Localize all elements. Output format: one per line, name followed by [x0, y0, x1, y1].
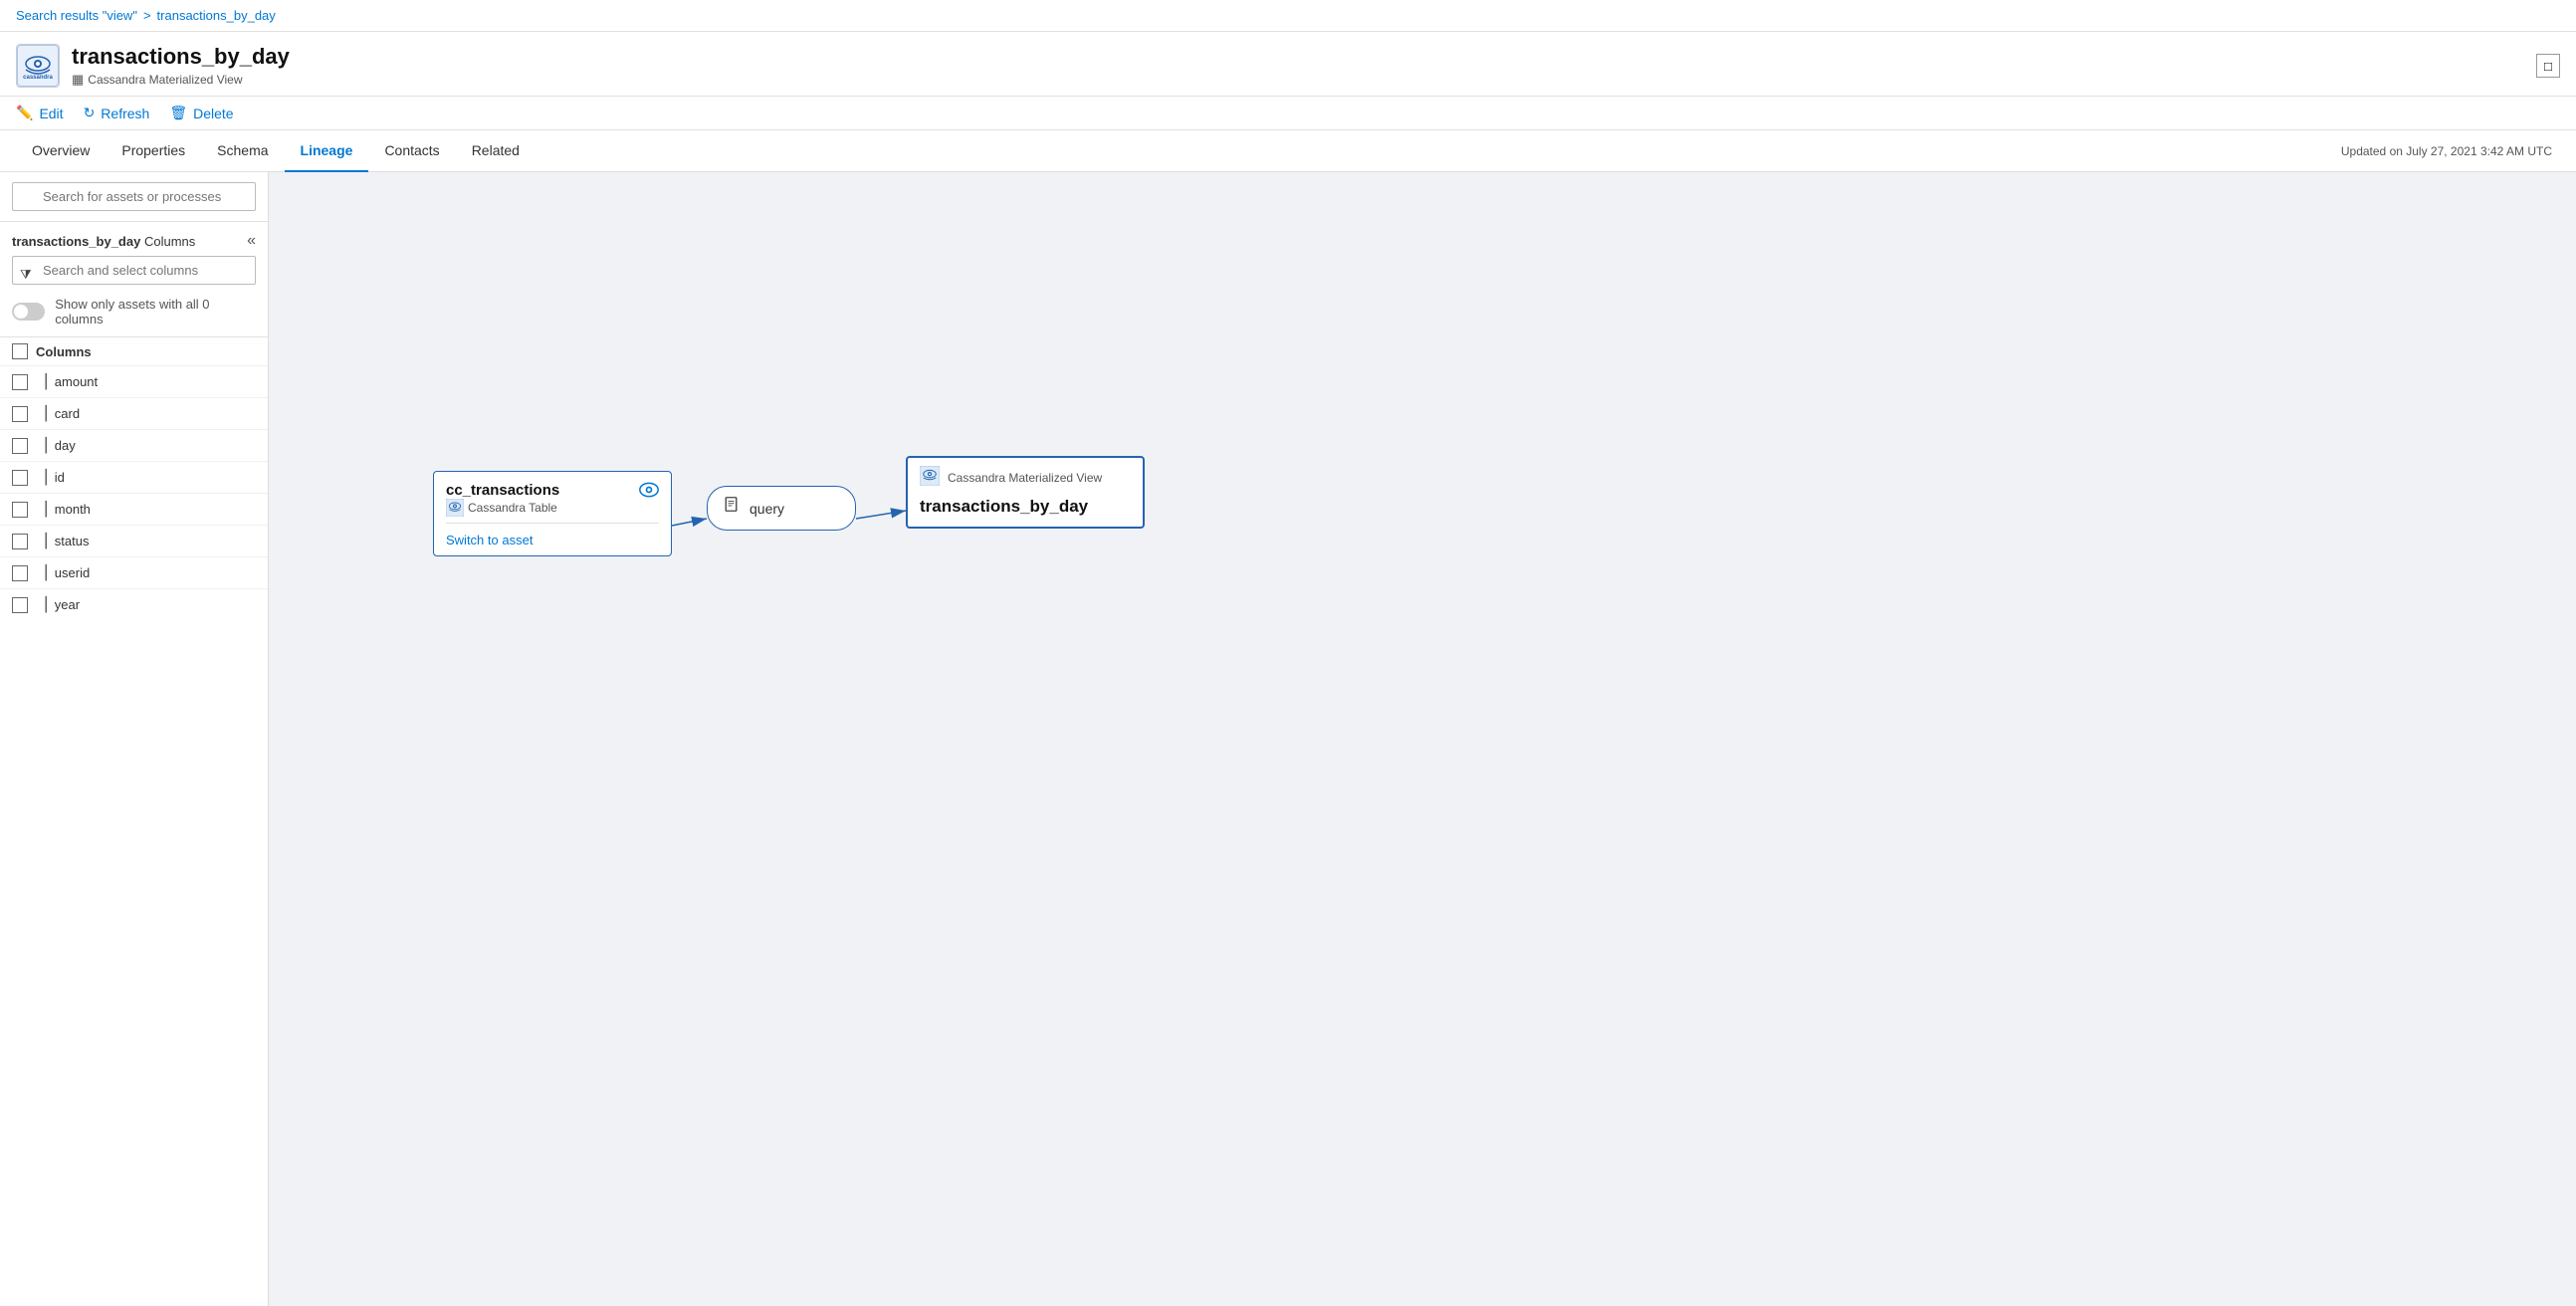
left-panel: 🔍 transactions_by_day Columns « ⧩ Show o…: [0, 172, 269, 1306]
asset-subtitle: ▦ Cassandra Materialized View: [72, 72, 290, 88]
asset-search-bar: 🔍: [0, 172, 268, 222]
asset-logo: cassandra: [16, 44, 60, 88]
target-node: Cassandra Materialized View transactions…: [906, 456, 1145, 529]
column-type-icon-userid: ▕: [36, 564, 47, 581]
column-checkbox-amount[interactable]: [12, 374, 28, 390]
column-item-amount: ▕ amount: [0, 365, 268, 397]
column-type-icon-id: ▕: [36, 469, 47, 486]
column-label-card: card: [55, 406, 80, 421]
columns-header-label: Columns: [36, 344, 92, 359]
tab-lineage[interactable]: Lineage: [285, 130, 369, 172]
column-checkbox-day[interactable]: [12, 438, 28, 454]
table-icon: ▦: [72, 72, 84, 88]
columns-select-all-checkbox[interactable]: [12, 343, 28, 359]
tab-properties[interactable]: Properties: [106, 130, 201, 172]
target-node-header: Cassandra Materialized View: [908, 458, 1143, 493]
breadcrumb-search-link[interactable]: Search results "view": [16, 8, 137, 23]
column-checkbox-month[interactable]: [12, 502, 28, 518]
asset-header: cassandra transactions_by_day ▦ Cassandr…: [0, 32, 2576, 97]
column-checkbox-userid[interactable]: [12, 565, 28, 581]
updated-label: Updated on July 27, 2021 3:42 AM UTC: [2341, 144, 2560, 158]
delete-button[interactable]: 🗑 Delete: [169, 105, 233, 121]
column-checkbox-year[interactable]: [12, 597, 28, 613]
edit-icon: ✏️: [16, 105, 33, 121]
refresh-icon: ↻: [84, 105, 96, 121]
filter-icon: ⧩: [20, 267, 32, 283]
process-doc-icon: [724, 497, 742, 520]
panel-title: transactions_by_day Columns: [12, 234, 195, 249]
edit-button[interactable]: ✏️ Edit: [16, 105, 64, 121]
breadcrumb-current: transactions_by_day: [157, 8, 276, 23]
asset-title: transactions_by_day: [72, 44, 290, 70]
column-label-month: month: [55, 502, 91, 517]
breadcrumb: Search results "view" > transactions_by_…: [0, 0, 2576, 32]
column-type-icon-day: ▕: [36, 437, 47, 454]
column-item-card: ▕ card: [0, 397, 268, 429]
column-item-id: ▕ id: [0, 461, 268, 493]
column-label-year: year: [55, 597, 80, 612]
columns-list: ▕ amount ▕ card ▕ day ▕ id ▕ month: [0, 365, 268, 620]
panel-collapse-button[interactable]: «: [247, 232, 256, 250]
svg-text:cassandra: cassandra: [23, 75, 53, 81]
cassandra-logo-icon: cassandra: [17, 45, 59, 87]
source-node-eye-button[interactable]: [639, 482, 659, 503]
target-cassandra-icon: [920, 466, 940, 489]
column-label-id: id: [55, 470, 65, 485]
column-item-day: ▕ day: [0, 429, 268, 461]
process-node-label: query: [750, 501, 784, 517]
process-node: query: [707, 486, 856, 531]
main-layout: 🔍 transactions_by_day Columns « ⧩ Show o…: [0, 172, 2576, 1306]
source-node-title: cc_transactions: [446, 482, 559, 499]
column-type-icon-amount: ▕: [36, 373, 47, 390]
target-node-name: transactions_by_day: [908, 493, 1143, 527]
tabs-bar: Overview Properties Schema Lineage Conta…: [0, 130, 2576, 172]
toolbar: ✏️ Edit ↻ Refresh 🗑 Delete: [0, 97, 2576, 130]
column-label-userid: userid: [55, 565, 90, 580]
toggle-label: Show only assets with all 0 columns: [55, 297, 256, 326]
column-item-month: ▕ month: [0, 493, 268, 525]
column-checkbox-id[interactable]: [12, 470, 28, 486]
tab-related[interactable]: Related: [456, 130, 536, 172]
target-type-label: Cassandra Materialized View: [948, 471, 1102, 485]
column-type-icon-month: ▕: [36, 501, 47, 518]
column-label-amount: amount: [55, 374, 98, 389]
column-item-userid: ▕ userid: [0, 556, 268, 588]
column-label-status: status: [55, 534, 90, 548]
column-type-icon-status: ▕: [36, 533, 47, 549]
column-item-year: ▕ year: [0, 588, 268, 620]
refresh-button[interactable]: ↻ Refresh: [84, 105, 150, 121]
column-checkbox-card[interactable]: [12, 406, 28, 422]
lineage-arrows: [269, 172, 2576, 1306]
toggle-switch[interactable]: [12, 303, 45, 321]
source-cassandra-icon: [446, 499, 464, 517]
delete-icon: 🗑: [169, 105, 187, 121]
asset-search-input[interactable]: [12, 182, 256, 211]
toggle-thumb: [14, 305, 28, 319]
panel-header: transactions_by_day Columns «: [0, 222, 268, 256]
source-node-subtitle: Cassandra Table: [446, 499, 559, 517]
columns-header: Columns: [0, 336, 268, 365]
column-label-day: day: [55, 438, 76, 453]
breadcrumb-separator: >: [143, 8, 151, 23]
toggle-row: Show only assets with all 0 columns: [0, 293, 268, 336]
maximize-button[interactable]: □: [2536, 54, 2560, 78]
column-type-icon-year: ▕: [36, 596, 47, 613]
source-node-header: cc_transactions: [434, 472, 671, 523]
tab-contacts[interactable]: Contacts: [368, 130, 455, 172]
source-node-footer: Switch to asset: [434, 524, 671, 555]
canvas-area: cc_transactions: [269, 172, 2576, 1306]
column-search-input[interactable]: [12, 256, 256, 285]
column-item-status: ▕ status: [0, 525, 268, 556]
source-node: cc_transactions: [433, 471, 672, 556]
tab-overview[interactable]: Overview: [16, 130, 106, 172]
tab-schema[interactable]: Schema: [201, 130, 284, 172]
column-search-wrapper: ⧩: [0, 256, 268, 293]
lineage-container: cc_transactions: [269, 172, 2576, 1306]
column-checkbox-status[interactable]: [12, 534, 28, 549]
switch-to-asset-button[interactable]: Switch to asset: [446, 533, 533, 547]
column-type-icon-card: ▕: [36, 405, 47, 422]
